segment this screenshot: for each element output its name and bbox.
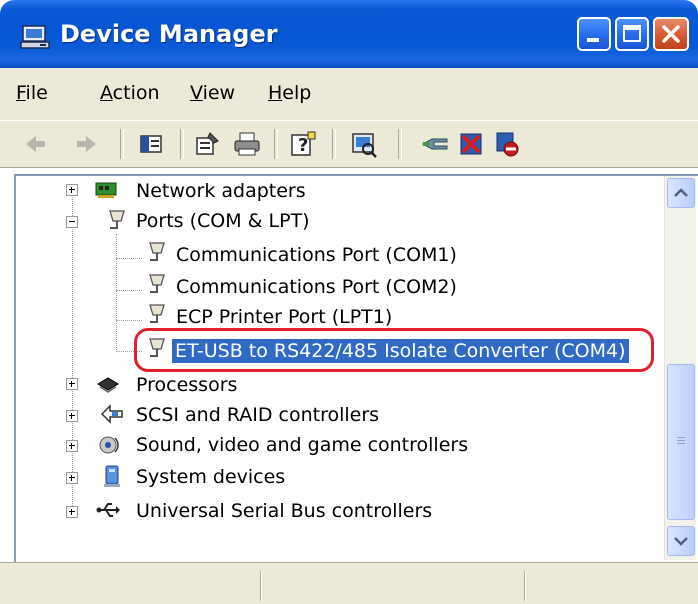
back-arrow-icon[interactable]	[20, 129, 50, 159]
expand-sound[interactable]	[66, 440, 78, 452]
maximize-button[interactable]	[615, 17, 649, 51]
tree-item-processors[interactable]: Processors	[136, 370, 237, 400]
tree-item-label: Processors	[136, 374, 238, 396]
tree-item-ports[interactable]: Ports (COM & LPT)	[136, 206, 310, 236]
tree-item-label: Communications Port (COM2)	[176, 276, 457, 298]
grip-icon	[677, 437, 685, 444]
tree-line	[116, 351, 142, 352]
tree-item-label: Ports (COM & LPT)	[136, 210, 310, 232]
status-divider	[260, 571, 262, 601]
toolbar-separator	[120, 129, 124, 159]
tree-line	[72, 192, 73, 514]
tree-item-usb[interactable]: Universal Serial Bus controllers	[136, 496, 432, 526]
status-bar	[0, 562, 698, 604]
close-icon	[662, 25, 680, 43]
tree-line	[116, 258, 142, 259]
tree-item-lpt1[interactable]: ECP Printer Port (LPT1)	[176, 302, 392, 332]
tree-item-sound[interactable]: Sound, video and game controllers	[136, 430, 468, 460]
print-icon[interactable]	[232, 129, 262, 159]
menu-bar: File Action View Help	[0, 68, 698, 120]
port-connector-icon	[109, 210, 125, 229]
scan-hardware-icon[interactable]	[348, 129, 378, 159]
minimize-button[interactable]	[577, 17, 611, 51]
usb-icon	[96, 503, 120, 517]
menu-help-label: Help	[268, 82, 312, 104]
tree-item-label: SCSI and RAID controllers	[136, 404, 380, 426]
device-manager-icon	[20, 25, 50, 49]
network-adapter-icon	[95, 182, 117, 198]
chevron-down-icon	[674, 537, 688, 546]
menu-file[interactable]: File	[16, 82, 48, 104]
tree-line	[116, 320, 142, 321]
tree-item-label: Universal Serial Bus controllers	[136, 500, 433, 522]
menu-view[interactable]: View	[190, 82, 235, 104]
scroll-thumb[interactable]	[667, 364, 695, 520]
help-icon[interactable]: ?	[288, 129, 318, 159]
status-divider	[524, 571, 526, 601]
port-connector-icon	[149, 242, 165, 261]
expand-usb[interactable]	[66, 506, 78, 518]
port-connector-icon	[149, 338, 165, 357]
tree-item-system-devices[interactable]: System devices	[136, 462, 285, 492]
svg-text:?: ?	[298, 135, 308, 156]
show-hide-tree-icon[interactable]	[136, 129, 166, 159]
update-driver-icon[interactable]	[420, 129, 450, 159]
uninstall-icon[interactable]	[456, 129, 486, 159]
minimize-icon	[587, 38, 599, 42]
chevron-up-icon	[674, 188, 688, 197]
tree-item-label: ET-USB to RS422/485 Isolate Converter (C…	[172, 339, 629, 363]
forward-arrow-icon[interactable]	[72, 129, 102, 159]
collapse-ports[interactable]	[66, 216, 78, 228]
menu-help[interactable]: Help	[268, 82, 311, 104]
tree-item-label: ECP Printer Port (LPT1)	[176, 306, 393, 328]
tree-item-com1[interactable]: Communications Port (COM1)	[176, 240, 457, 270]
port-connector-icon	[149, 304, 165, 323]
tree-item-label: System devices	[136, 466, 286, 488]
disable-icon[interactable]	[492, 129, 522, 159]
title-bar[interactable]: Device Manager	[0, 0, 698, 68]
tree-line	[116, 290, 142, 291]
tree-item-et-usb-converter[interactable]: ET-USB to RS422/485 Isolate Converter (C…	[172, 336, 629, 366]
expand-system-devices[interactable]	[66, 472, 78, 484]
tree-item-label: Network adapters	[136, 180, 306, 202]
system-device-icon	[104, 465, 120, 487]
window-title: Device Manager	[60, 20, 278, 48]
tree-item-network-adapters[interactable]: Network adapters	[136, 176, 306, 206]
port-connector-icon	[149, 274, 165, 293]
menu-view-label: View	[190, 82, 236, 104]
expand-network-adapters[interactable]	[66, 184, 78, 196]
tree-line	[116, 234, 117, 352]
tree-item-com2[interactable]: Communications Port (COM2)	[176, 272, 457, 302]
processor-icon	[97, 377, 119, 393]
menu-action-label: Action	[100, 82, 160, 104]
tree-item-label: Sound, video and game controllers	[136, 434, 469, 456]
scroll-up-button[interactable]	[667, 178, 695, 208]
expand-processors[interactable]	[66, 378, 78, 390]
tree-item-scsi[interactable]: SCSI and RAID controllers	[136, 400, 379, 430]
tree-item-label: Communications Port (COM1)	[176, 244, 457, 266]
menu-file-label: File	[16, 82, 48, 104]
scsi-controller-icon	[100, 404, 123, 424]
scroll-down-button[interactable]	[667, 526, 695, 556]
toolbar: ?	[0, 120, 698, 168]
device-manager-window: Device Manager File Action View Help ? N…	[0, 0, 698, 604]
toolbar-separator	[398, 129, 402, 159]
vertical-scrollbar[interactable]	[664, 176, 696, 560]
menu-action[interactable]: Action	[100, 82, 160, 104]
sound-icon	[99, 436, 119, 454]
expand-scsi[interactable]	[66, 410, 78, 422]
toolbar-separator	[332, 129, 336, 159]
toolbar-separator	[180, 129, 184, 159]
toolbar-separator	[274, 129, 278, 159]
close-button[interactable]	[653, 17, 689, 51]
maximize-icon	[623, 25, 641, 42]
properties-icon[interactable]	[192, 129, 222, 159]
